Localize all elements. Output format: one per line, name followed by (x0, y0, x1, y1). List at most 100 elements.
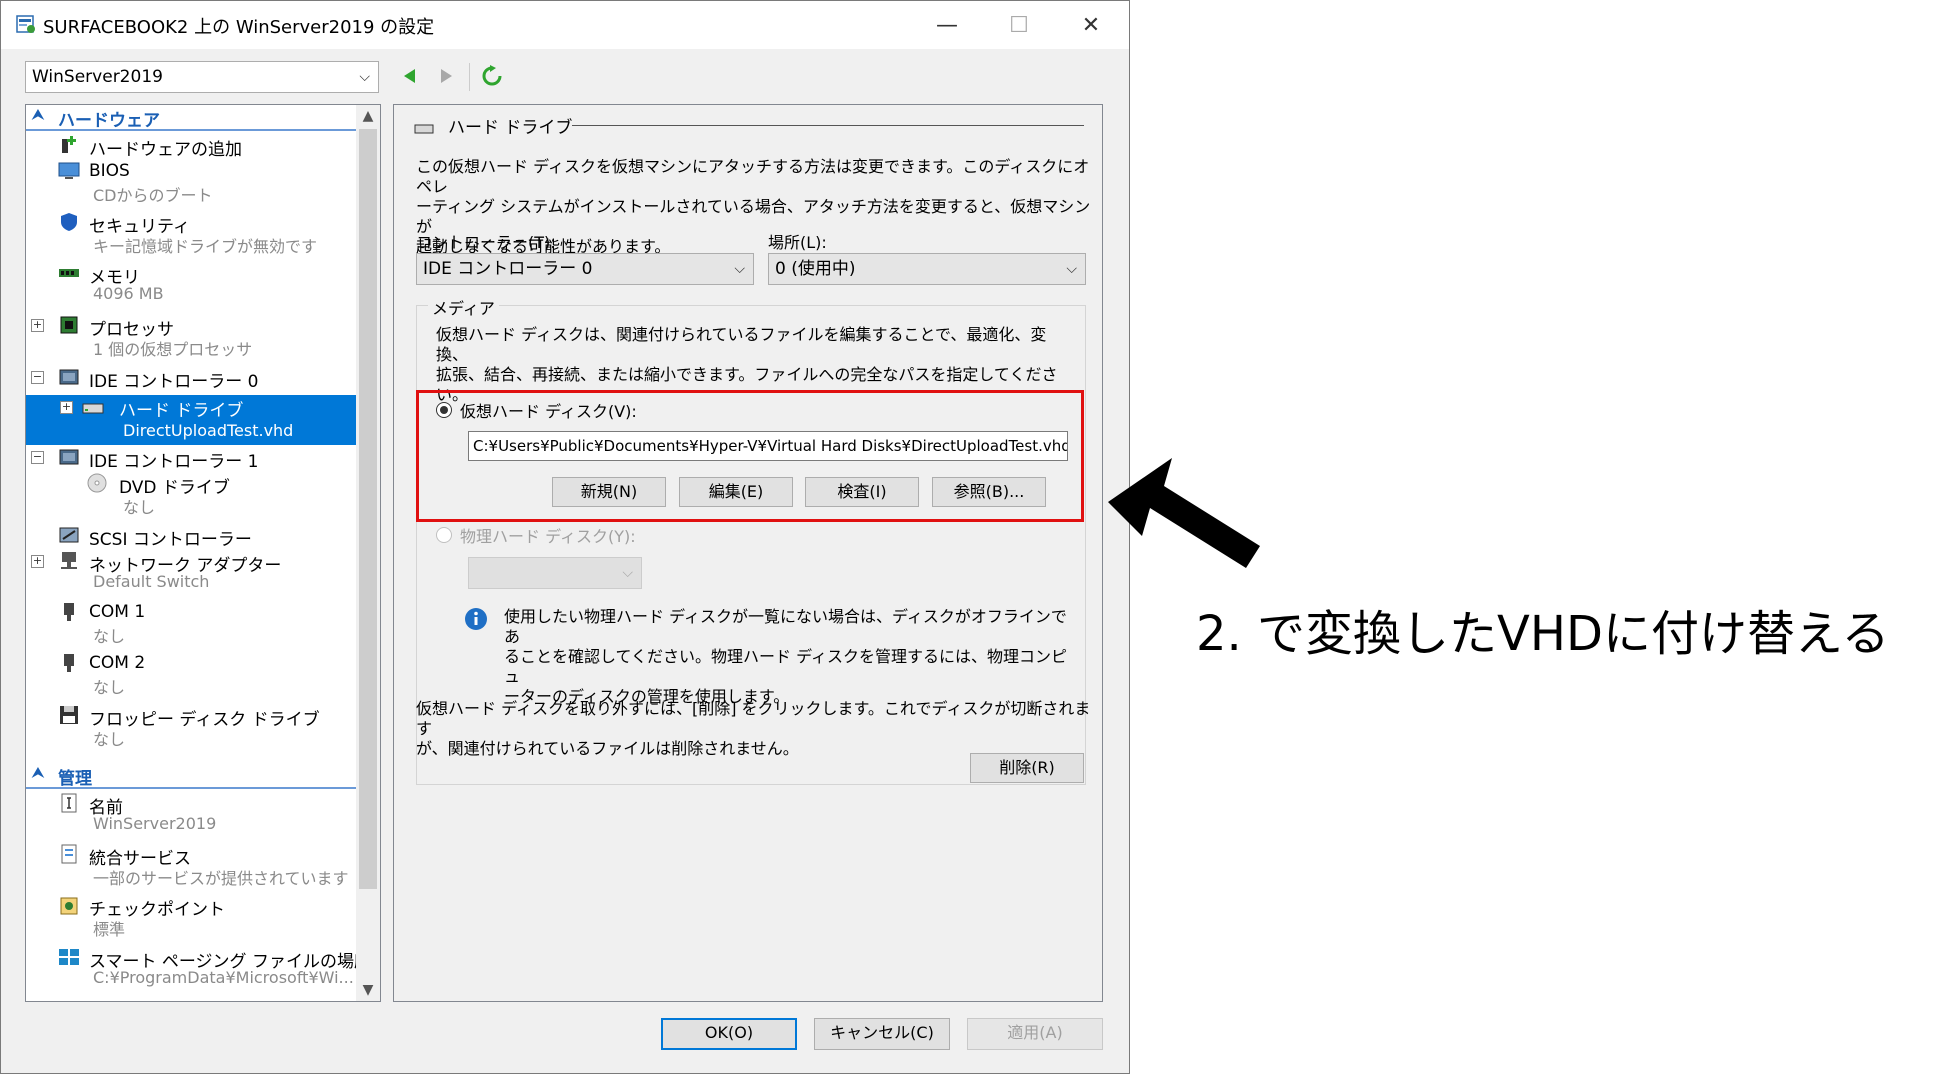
sidebar-item-integration-services[interactable]: 統合サービス 一部のサービスが提供されています (26, 844, 356, 888)
scroll-up-icon[interactable]: ▲ (356, 105, 380, 127)
group-divider (572, 125, 1084, 126)
sidebar-item-bios[interactable]: BIOS CDからのブート (26, 161, 356, 205)
collapse-tree-icon[interactable]: − (31, 371, 44, 384)
sidebar-item-smart-paging[interactable]: スマート ページング ファイルの場所 C:¥ProgramData¥Micros… (26, 947, 371, 989)
physical-disk-radio-label: 物理ハード ディスク(Y): (460, 527, 636, 546)
hard-drive-icon (82, 403, 104, 414)
controller-dropdown[interactable]: IDE コントローラー 0 ⌵ (416, 253, 754, 285)
arrow-icon (1108, 458, 1260, 568)
sidebar-item-sub: なし (93, 627, 126, 646)
settings-app-icon (16, 15, 35, 33)
expand-icon[interactable]: + (31, 555, 44, 568)
chevron-down-icon: ⌵ (1066, 261, 1077, 277)
memory-icon (59, 269, 79, 277)
vm-select-value: WinServer2019 (32, 67, 163, 87)
vm-select[interactable]: WinServer2019 ⌵ (25, 61, 379, 93)
annotation-text: 2. で変換したVHDに付け替える (1196, 606, 1890, 662)
info-text: 使用したい物理ハード ディスクが一覧にない場合は、ディスクがオフラインであ るこ… (504, 607, 1074, 707)
hardware-section-label: ハードウェア (58, 111, 160, 131)
sidebar-item-ide-controller-0[interactable]: − IDE コントローラー 0 (26, 367, 356, 392)
sidebar-item-scsi-controller[interactable]: SCSI コントローラー (26, 525, 356, 550)
remove-line: 仮想ハード ディスクを取り外すには、[削除] をクリックします。これでディスクが… (416, 699, 1091, 738)
sidebar-item-checkpoint[interactable]: チェックポイント 標準 (26, 895, 356, 939)
sidebar-item-security[interactable]: セキュリティ キー記憶域ドライブが無効です (26, 212, 356, 256)
management-section-header[interactable]: ⮝ 管理 (26, 763, 356, 789)
detail-panel: ハード ドライブ この仮想ハード ディスクを仮想マシンにアタッチする方法は変更で… (393, 104, 1103, 1002)
com-port-icon (64, 603, 74, 621)
forward-arrow-icon (441, 69, 452, 83)
sidebar-item-sub: 標準 (93, 920, 126, 939)
sidebar-item-label: ハードウェアの追加 (89, 140, 242, 160)
sidebar-item-label: SCSI コントローラー (89, 530, 252, 550)
physical-disk-radio[interactable] (436, 527, 452, 543)
sidebar-item-memory[interactable]: メモリ 4096 MB (26, 263, 356, 305)
chevron-down-icon: ⌵ (622, 565, 633, 581)
management-section-label: 管理 (58, 769, 92, 789)
media-line: 仮想ハード ディスクは、関連付けられているファイルを編集することで、最適化、変換… (436, 325, 1047, 364)
collapse-icon: ⮝ (32, 765, 44, 781)
sidebar-item-label: ハード ドライブ (119, 401, 244, 421)
sidebar-item-floppy-drive[interactable]: フロッピー ディスク ドライブ なし (26, 705, 356, 749)
apply-button[interactable]: 適用(A) (967, 1018, 1103, 1050)
sidebar-item-sub: 一部のサービスが提供されています (93, 869, 349, 888)
sidebar-item-com-1[interactable]: COM 1 なし (26, 602, 356, 646)
ok-button[interactable]: OK(O) (661, 1018, 797, 1050)
back-button[interactable] (397, 63, 423, 89)
controller-value: IDE コントローラー 0 (423, 259, 593, 279)
group-title: ハード ドライブ (448, 118, 573, 138)
sidebar-item-processor[interactable]: + プロセッサ 1 個の仮想プロセッサ (26, 315, 356, 359)
hard-drive-icon (414, 124, 434, 134)
add-hardware-icon (62, 136, 76, 153)
name-icon (61, 793, 77, 813)
chevron-down-icon: ⌵ (359, 69, 370, 85)
collapse-icon: ⮝ (32, 107, 44, 123)
sidebar-item-label: IDE コントローラー 1 (89, 452, 259, 472)
sidebar-item-sub: キー記憶域ドライブが無効です (93, 237, 318, 256)
refresh-button[interactable] (479, 63, 505, 89)
sidebar-item-label: COM 2 (89, 653, 146, 673)
location-dropdown[interactable]: 0 (使用中) ⌵ (768, 253, 1086, 285)
close-button[interactable]: ✕ (1063, 1, 1119, 49)
back-arrow-icon (404, 69, 415, 83)
sidebar-item-hard-drive[interactable]: + ハード ドライブ DirectUploadTest.vhd (26, 395, 356, 445)
expand-icon[interactable]: + (31, 319, 44, 332)
sidebar-item-name[interactable]: 名前 WinServer2019 (26, 793, 356, 835)
hardware-section-header[interactable]: ⮝ ハードウェア (26, 105, 356, 131)
sidebar-item-network-adapter[interactable]: + ネットワーク アダプター Default Switch (26, 551, 356, 593)
media-label: メディア (428, 295, 499, 319)
expand-icon[interactable]: + (60, 401, 73, 414)
sidebar-item-add-hardware[interactable]: ハードウェアの追加 (26, 135, 356, 160)
remove-text: 仮想ハード ディスクを取り外すには、[削除] をクリックします。これでディスクが… (416, 699, 1096, 759)
monitor-icon (58, 162, 80, 179)
shield-icon (61, 213, 77, 231)
sidebar-item-label: BIOS (89, 161, 130, 181)
media-line: 拡張、結合、再接続、または縮小できます。ファイルへの完全なパスを指定してくださ (436, 365, 1058, 384)
controller-label: コントローラー(T): (416, 233, 556, 252)
minimize-button[interactable]: — (919, 1, 975, 49)
info-line: ることを確認してください。物理ハード ディスクを管理するには、物理コンピュ (504, 647, 1068, 686)
sidebar-item-sub: なし (123, 498, 156, 517)
sidebar-item-sub: Default Switch (93, 572, 210, 591)
maximize-button[interactable]: ☐ (991, 1, 1047, 49)
sidebar-item-sub: 4096 MB (93, 284, 164, 303)
sidebar-item-label: COM 1 (89, 602, 146, 622)
settings-window: SURFACEBOOK2 上の WinServer2019 の設定 — ☐ ✕ … (0, 0, 1130, 1074)
forward-button[interactable] (433, 63, 459, 89)
network-icon (61, 552, 77, 569)
title-bar: SURFACEBOOK2 上の WinServer2019 の設定 — ☐ ✕ (1, 1, 1129, 49)
scroll-down-icon[interactable]: ▼ (356, 979, 380, 1001)
sidebar-item-dvd-drive[interactable]: DVD ドライブ なし (26, 473, 356, 517)
collapse-tree-icon[interactable]: − (31, 451, 44, 464)
physical-disk-dropdown[interactable]: ⌵ (468, 557, 642, 589)
cancel-button[interactable]: キャンセル(C) (814, 1018, 950, 1050)
scroll-thumb[interactable] (359, 129, 377, 889)
tree-scrollbar[interactable]: ▲ ▼ (356, 105, 380, 1001)
toolbar-separator (469, 63, 470, 91)
smart-paging-icon (59, 949, 79, 965)
remove-button[interactable]: 削除(R) (970, 753, 1084, 783)
scsi-icon (59, 527, 79, 543)
sidebar-item-sub: WinServer2019 (93, 814, 217, 833)
sidebar-item-com-2[interactable]: COM 2 なし (26, 653, 356, 697)
com-port-icon (64, 654, 74, 672)
sidebar-item-ide-controller-1[interactable]: − IDE コントローラー 1 (26, 447, 356, 472)
